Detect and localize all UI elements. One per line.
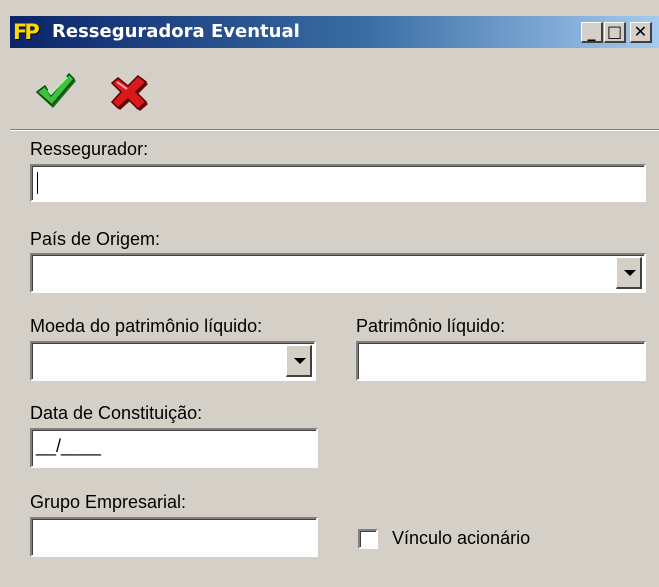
- pais-origem-label: País de Origem:: [30, 229, 161, 249]
- vinculo-acionario-label[interactable]: Vínculo acionário: [392, 527, 530, 549]
- data-constituicao-value: __/____: [36, 436, 102, 456]
- patrimonio-label: Patrimônio líquido:: [356, 316, 506, 336]
- data-constituicao-label: Data de Constituição:: [30, 403, 203, 423]
- minimize-button[interactable]: _: [581, 22, 603, 43]
- toolbar-divider: [10, 129, 659, 131]
- data-constituicao-input[interactable]: __/____: [30, 428, 318, 468]
- dialog-window: FP Resseguradora Eventual _ □ ✕ Ressegur…: [0, 0, 659, 587]
- toolbar: [10, 48, 659, 128]
- moeda-label: Moeda do patrimônio líquido:: [30, 316, 263, 336]
- pais-origem-select[interactable]: [30, 253, 646, 293]
- cancel-x-icon[interactable]: [108, 72, 152, 112]
- text-caret: [37, 172, 38, 194]
- moeda-select[interactable]: [30, 341, 316, 381]
- close-button[interactable]: ✕: [630, 22, 652, 43]
- moeda-dropdown-button[interactable]: [286, 345, 312, 377]
- app-logo-icon: FP: [13, 20, 40, 44]
- ressegurador-label: Ressegurador:: [30, 139, 149, 159]
- pais-origem-dropdown-button[interactable]: [616, 257, 642, 289]
- grupo-empresarial-input[interactable]: [30, 517, 318, 557]
- vinculo-acionario-checkbox[interactable]: [358, 529, 378, 549]
- confirm-check-icon[interactable]: [34, 72, 78, 112]
- patrimonio-input[interactable]: [356, 341, 646, 381]
- grupo-empresarial-label: Grupo Empresarial:: [30, 492, 187, 512]
- ressegurador-input[interactable]: [30, 164, 646, 202]
- maximize-button[interactable]: □: [604, 22, 626, 43]
- title-bar[interactable]: FP Resseguradora Eventual _ □ ✕: [10, 16, 659, 48]
- window-title: Resseguradora Eventual: [52, 21, 300, 42]
